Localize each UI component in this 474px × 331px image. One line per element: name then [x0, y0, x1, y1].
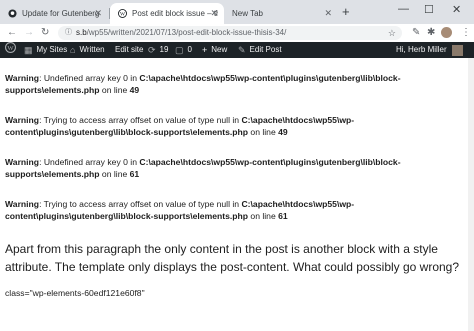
home-icon: ⌂ — [70, 45, 76, 55]
wordpress-menu[interactable]: W — [5, 41, 16, 59]
my-sites-menu[interactable]: ▦ My Sites — [24, 42, 67, 58]
user-greeting: Hi, Herb Miller — [396, 45, 447, 54]
php-warning: Warning: Undefined array key 0 in C:\apa… — [5, 157, 401, 179]
site-name-menu[interactable]: ⌂ Written — [70, 42, 105, 58]
my-sites-label: My Sites — [36, 45, 68, 54]
close-icon[interactable]: ✕ — [94, 8, 102, 19]
tab-label: New Tab — [232, 9, 263, 18]
tab-label: Update for Gutenberg 11.0... — [22, 9, 100, 18]
user-account-menu[interactable]: Hi, Herb Miller — [396, 42, 463, 58]
edit-site-link[interactable]: Edit site — [115, 42, 143, 58]
scrollbar[interactable] — [468, 58, 474, 331]
comment-icon: ▢ — [175, 45, 184, 55]
pencil-icon: ✎ — [238, 45, 246, 55]
site-name-label: Written — [79, 45, 105, 54]
extensions-icon[interactable]: ✎ — [412, 27, 420, 39]
tab-github[interactable]: Update for Gutenberg 11.0... ✕ — [0, 3, 108, 24]
new-content-menu[interactable]: + New — [202, 42, 227, 58]
comments-link[interactable]: ▢ 0 — [175, 42, 192, 58]
tab-label: Post edit block issue – this... — [132, 9, 218, 18]
new-label: New — [211, 45, 228, 54]
close-window-button[interactable]: ✕ — [452, 3, 461, 16]
close-icon[interactable]: ✕ — [324, 8, 332, 19]
avatar — [451, 44, 463, 56]
edit-post-link[interactable]: ✎ Edit Post — [238, 42, 282, 58]
tab-strip: Update for Gutenberg 11.0... ✕ W Post ed… — [0, 0, 474, 24]
post-content: Warning: Undefined array key 0 in C:\apa… — [5, 72, 467, 299]
address-bar[interactable]: ⓘ s.b/wp55/written/2021/07/13/post-edit-… — [58, 26, 402, 40]
tab-active[interactable]: W Post edit block issue – this... ✕ — [110, 3, 224, 24]
info-icon[interactable]: ⓘ — [65, 26, 72, 40]
post-paragraph: Apart from this paragraph the only conte… — [5, 242, 460, 274]
new-tab-button[interactable]: + — [342, 4, 350, 19]
php-warning: Warning: Trying to access array offset o… — [5, 115, 355, 137]
back-icon[interactable]: ← — [7, 27, 17, 39]
edit-site-label: Edit site — [115, 45, 144, 54]
wp-admin-bar: W ▦ My Sites ⌂ Written Edit site ⟳ 19 ▢ … — [0, 41, 474, 59]
comments-count: 0 — [187, 45, 192, 54]
svg-text:W: W — [7, 45, 14, 52]
puzzle-icon[interactable]: ✱ — [427, 27, 435, 39]
wordpress-icon: W — [118, 9, 127, 18]
browser-toolbar: ← → ↻ ⓘ s.b/wp55/written/2021/07/13/post… — [0, 24, 474, 43]
my-sites-icon: ▦ — [24, 45, 33, 55]
url-text: s.b/wp55/written/2021/07/13/post-edit-bl… — [76, 28, 287, 37]
tab-new[interactable]: New Tab ✕ — [226, 3, 338, 24]
updates-link[interactable]: ⟳ 19 — [148, 42, 168, 58]
updates-count: 19 — [159, 45, 169, 54]
wordpress-logo-icon: W — [5, 41, 16, 59]
minimize-button[interactable]: — — [398, 3, 409, 15]
reload-icon[interactable]: ↻ — [41, 27, 49, 39]
php-warning: Warning: Trying to access array offset o… — [5, 199, 355, 221]
php-warning: Warning: Undefined array key 0 in C:\apa… — [5, 73, 401, 95]
forward-icon[interactable]: → — [24, 27, 34, 39]
star-icon[interactable]: ☆ — [388, 26, 396, 40]
maximize-button[interactable]: ☐ — [424, 3, 434, 16]
menu-icon[interactable]: ⋮ — [461, 27, 471, 39]
updates-icon: ⟳ — [148, 45, 156, 55]
github-icon — [8, 9, 17, 18]
edit-post-label: Edit Post — [249, 45, 282, 54]
class-attribute-text: class="wp-elements-60edf121e60f8" — [5, 288, 145, 298]
plus-icon: + — [202, 45, 208, 55]
close-icon[interactable]: ✕ — [210, 8, 218, 19]
profile-avatar[interactable] — [441, 27, 452, 38]
